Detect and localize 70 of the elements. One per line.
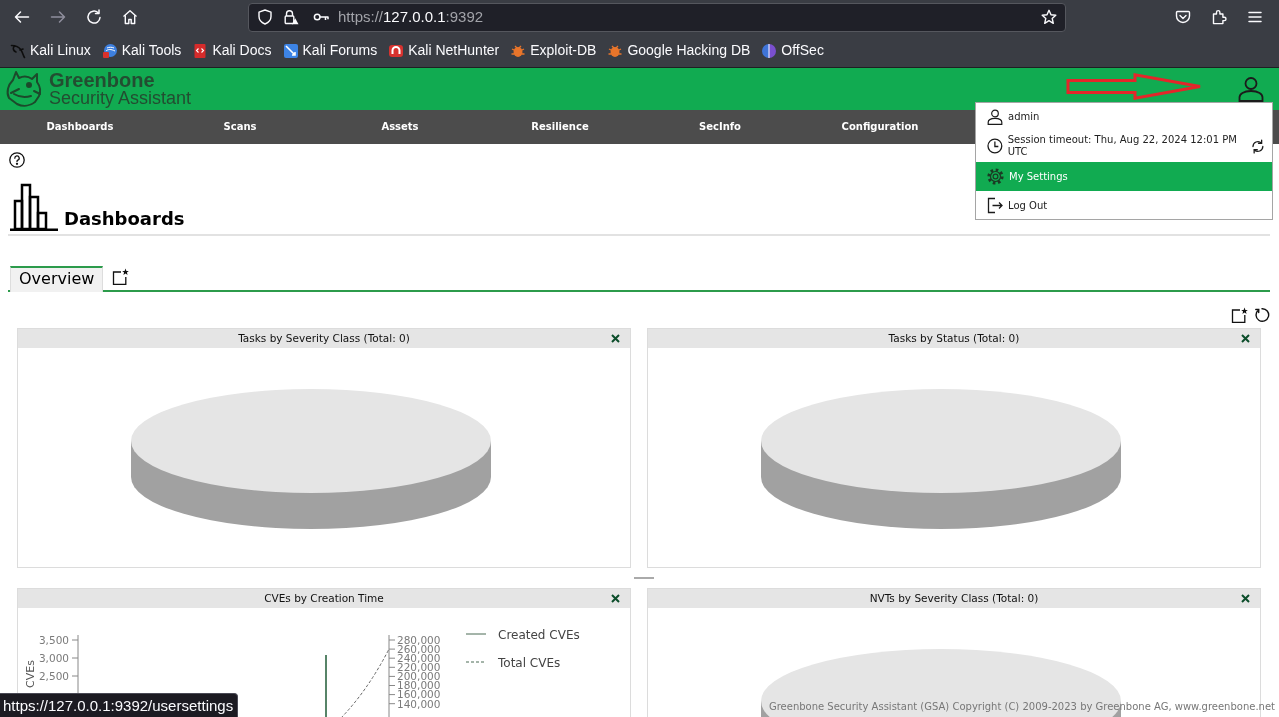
axis-tick-label: 3,000	[38, 651, 69, 664]
sphere-icon	[101, 42, 118, 59]
dashed-data-line	[340, 648, 390, 717]
user-icon	[987, 108, 1003, 125]
logout-icon	[987, 196, 1003, 214]
code-tile-icon	[192, 42, 209, 59]
gear-icon	[987, 168, 1004, 185]
dashboard-tab[interactable]: Overview	[10, 266, 104, 292]
bookmark-link[interactable]: Kali Tools	[101, 40, 182, 61]
clock-icon	[987, 138, 1003, 154]
legend-label: Total CVEs	[498, 655, 561, 670]
help-icon[interactable]	[9, 152, 25, 168]
axis-tick-label: 2,500	[38, 669, 69, 682]
session-timeout-item[interactable]: Session timeout: Thu, Aug 22, 2024 12:01 PM UTC	[976, 130, 1272, 162]
resize-handle[interactable]	[633, 577, 654, 579]
shield-icon[interactable]	[257, 9, 273, 25]
bookmark-link[interactable]: Kali Linux	[10, 40, 91, 61]
legend-line-icon	[465, 633, 487, 635]
bookmark-link[interactable]: OffSec	[761, 40, 824, 61]
logout-menu-item[interactable]: Log Out	[976, 191, 1272, 219]
close-icon[interactable]	[1241, 333, 1250, 343]
refresh-icon[interactable]	[1251, 138, 1265, 154]
nav-menu-item[interactable]: Configuration	[800, 110, 960, 144]
link-preview-tooltip: https://127.0.0.1:9392/usersettings	[0, 693, 239, 717]
nav-menu-item[interactable]: Resilience	[480, 110, 640, 144]
nav-menu-item[interactable]: Assets	[320, 110, 480, 144]
close-icon[interactable]	[1241, 593, 1250, 603]
page-title: Dashboards	[64, 209, 185, 229]
copyright-text: Greenbone Security Assistant (GSA) Copyright (C) 2009-2023 by Greenbone AG, www.greenbone.net	[768, 700, 1275, 714]
close-icon[interactable]	[611, 593, 620, 603]
username-item[interactable]: admin	[976, 103, 1272, 130]
bookmark-star-icon[interactable]	[1041, 9, 1057, 25]
nav-menu-item[interactable]: SecInfo	[640, 110, 800, 144]
reload-icon[interactable]	[1254, 307, 1270, 323]
puzzle-piece-icon[interactable]	[1211, 9, 1227, 25]
data-line	[325, 654, 327, 717]
panel-title: CVEs by Creation Time	[263, 590, 385, 606]
brand-name: Greenbone	[49, 70, 156, 89]
nav-menu-item[interactable]: Dashboards	[0, 110, 160, 144]
back-arrow-icon[interactable]	[14, 9, 30, 25]
forward-arrow-icon[interactable]	[50, 9, 66, 25]
magnet-icon	[388, 42, 405, 59]
panel-title: NVTs by Severity Class (Total: 0)	[868, 590, 1040, 606]
star-page-icon[interactable]	[112, 268, 130, 285]
bookmark-link[interactable]: Kali NetHunter	[388, 40, 500, 61]
panel-title: Tasks by Status (Total: 0)	[887, 330, 1021, 346]
arrow-icon	[1066, 73, 1203, 100]
bookmark-link[interactable]: Kali Docs	[192, 40, 272, 61]
bookmark-link[interactable]: Exploit-DB	[510, 40, 597, 61]
diagonal-arrow-icon	[282, 42, 299, 59]
panel-title: Tasks by Severity Class (Total: 0)	[237, 330, 411, 346]
pocket-icon[interactable]	[1175, 9, 1191, 25]
lock-warning-icon[interactable]	[283, 9, 299, 25]
nav-menu-item[interactable]: Scans	[160, 110, 320, 144]
bookmark-link[interactable]: Google Hacking DB	[607, 40, 751, 61]
squiggle-icon	[10, 42, 26, 59]
bar-chart-icon	[10, 183, 58, 231]
legend-label: Created CVEs	[498, 627, 580, 642]
star-page-icon[interactable]	[1231, 307, 1248, 323]
user-icon[interactable]	[1238, 76, 1264, 102]
axis-tick-label: 3,500	[38, 633, 69, 646]
menu-icon[interactable]	[1247, 9, 1263, 25]
legend-line-icon	[465, 661, 487, 663]
close-icon[interactable]	[611, 333, 620, 343]
brand-subtitle: Security Assistant	[49, 88, 192, 108]
address-bar[interactable]: https://127.0.0.1:9392	[248, 2, 1066, 32]
bookmark-link[interactable]: Kali Forums	[282, 40, 378, 61]
home-icon[interactable]	[122, 9, 138, 25]
axis-title: CVEs	[24, 660, 37, 688]
split-circle-icon	[761, 42, 778, 59]
